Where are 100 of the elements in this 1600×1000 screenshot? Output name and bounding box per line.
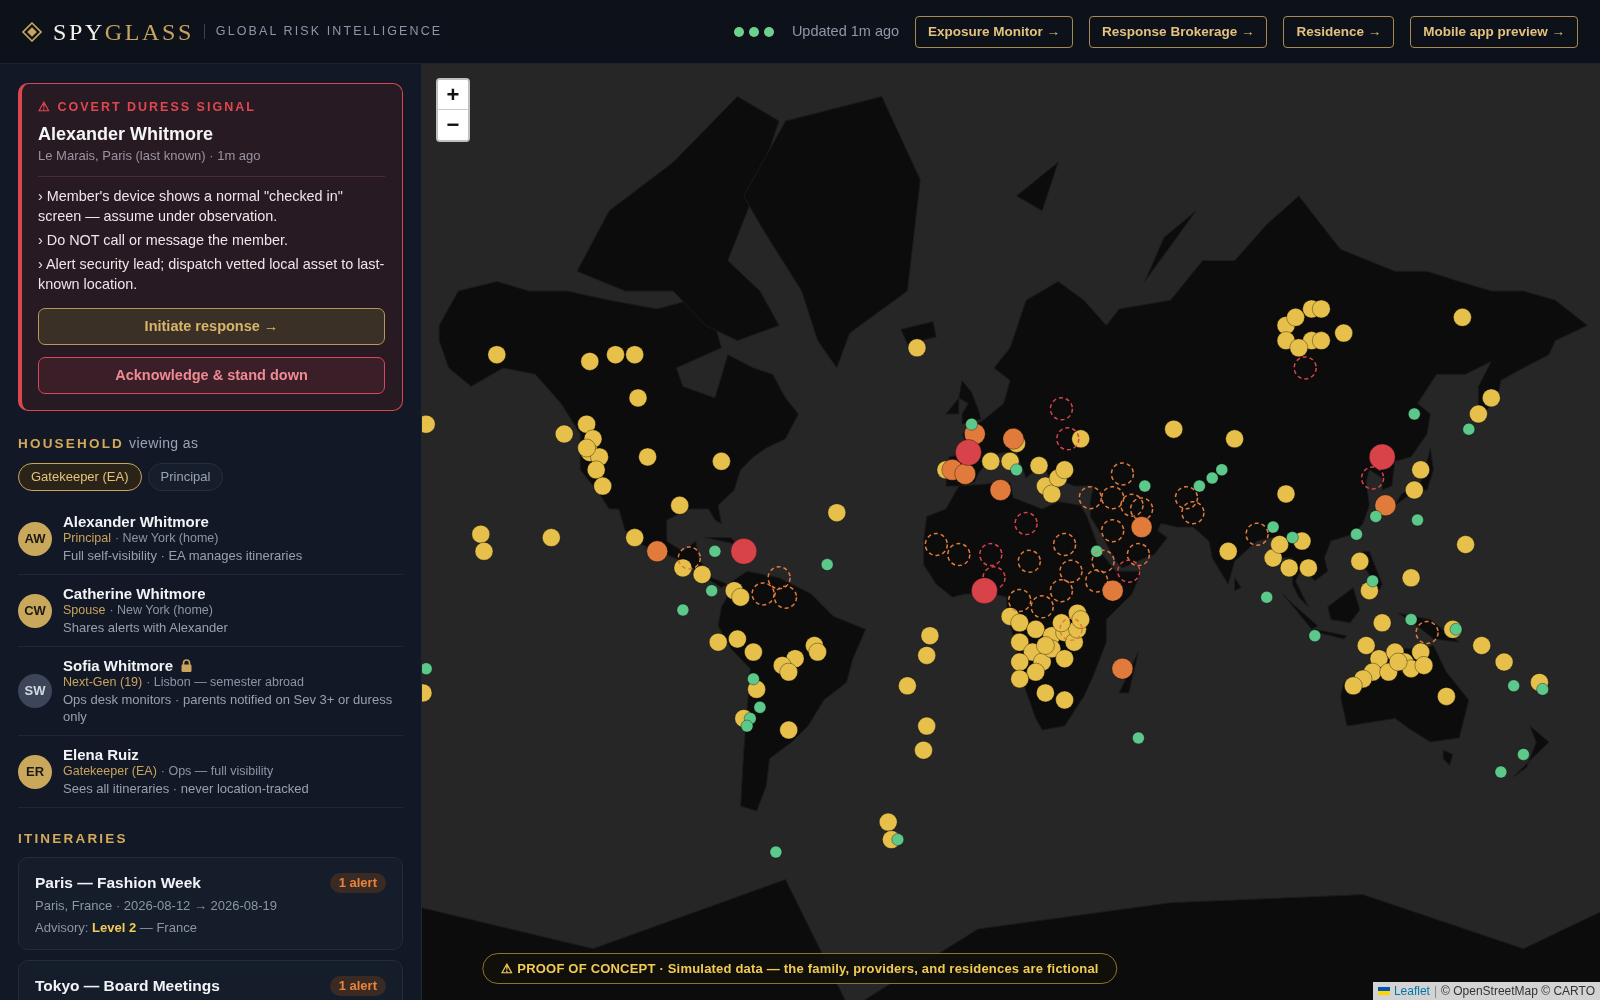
zoom-in-button[interactable]: + (438, 80, 468, 110)
map-marker[interactable] (1051, 613, 1071, 633)
dashed-circle-marker[interactable] (1049, 578, 1074, 603)
dashed-circle-marker[interactable] (773, 585, 798, 609)
dashed-circle-marker[interactable] (1078, 485, 1103, 510)
dashed-circle-marker[interactable] (1091, 549, 1115, 574)
map-marker[interactable] (954, 439, 982, 466)
map-marker[interactable] (1111, 657, 1134, 680)
map-marker[interactable] (1289, 338, 1309, 358)
map-marker[interactable] (1131, 731, 1145, 745)
map-marker[interactable] (743, 642, 763, 662)
map-marker[interactable] (487, 345, 507, 365)
map-marker[interactable] (1368, 443, 1396, 471)
map-marker[interactable] (1456, 535, 1476, 554)
map-marker[interactable] (1404, 613, 1418, 627)
nav-button[interactable]: Response Brokerage → (1089, 15, 1268, 48)
map-marker[interactable] (1026, 619, 1046, 639)
map-marker[interactable] (1218, 541, 1238, 561)
map-marker[interactable] (914, 740, 933, 760)
map-marker[interactable] (1462, 422, 1476, 436)
dashed-circle-marker[interactable] (1059, 559, 1083, 583)
map-marker[interactable] (422, 662, 433, 676)
dashed-circle-marker[interactable] (677, 546, 702, 570)
map-marker[interactable] (1130, 516, 1153, 539)
map-marker[interactable] (731, 587, 751, 607)
map-marker[interactable] (577, 414, 597, 434)
map-marker[interactable] (1350, 527, 1363, 541)
map-marker[interactable] (673, 558, 693, 578)
map-marker[interactable] (1298, 558, 1318, 578)
map-marker[interactable] (970, 577, 998, 605)
itinerary-card[interactable]: Tokyo — Board Meetings 1 alert (18, 960, 403, 1000)
map-marker[interactable] (1026, 662, 1046, 682)
map-marker[interactable] (1494, 652, 1514, 672)
map-marker[interactable] (1388, 652, 1408, 672)
map-marker[interactable] (1071, 610, 1091, 630)
dashed-circle-marker[interactable] (751, 582, 775, 606)
initiate-response-button[interactable]: Initiate response → (38, 308, 385, 345)
dashed-circle-marker[interactable] (767, 566, 791, 590)
map-marker[interactable] (1002, 427, 1025, 450)
dashed-circle-marker[interactable] (1293, 356, 1317, 380)
map-marker[interactable] (422, 414, 436, 434)
dashed-circle-marker[interactable] (979, 542, 1003, 567)
map-marker[interactable] (1369, 509, 1383, 523)
map-marker[interactable] (1372, 613, 1392, 633)
map-marker[interactable] (1411, 513, 1424, 527)
map-marker[interactable] (1101, 579, 1124, 602)
map-marker[interactable] (541, 528, 561, 548)
map-marker[interactable] (1055, 690, 1075, 710)
map-marker[interactable] (1494, 765, 1508, 779)
map-marker[interactable] (1401, 568, 1421, 588)
dashed-circle-marker[interactable] (1030, 595, 1054, 619)
dashed-circle-marker[interactable] (1084, 569, 1109, 593)
map-marker[interactable] (917, 716, 937, 736)
map-marker[interactable] (1436, 686, 1456, 706)
dashed-circle-marker[interactable] (1100, 485, 1125, 510)
map-marker[interactable] (727, 629, 747, 649)
map-marker[interactable] (1270, 535, 1290, 554)
dashed-circle-marker[interactable] (947, 542, 971, 567)
nav-button[interactable]: Residence → (1283, 15, 1395, 48)
map-marker[interactable] (692, 565, 712, 584)
map-marker[interactable] (1010, 669, 1030, 689)
map-marker[interactable] (1374, 494, 1397, 517)
map-marker[interactable] (628, 388, 648, 408)
map-marker[interactable] (769, 845, 783, 859)
map-marker[interactable] (646, 540, 669, 563)
dashed-circle-marker[interactable] (1110, 462, 1135, 486)
map-marker[interactable] (474, 541, 494, 561)
dashed-circle-marker[interactable] (1120, 493, 1144, 518)
map-marker[interactable] (897, 676, 917, 696)
map-marker[interactable] (1276, 484, 1296, 504)
dashed-circle-marker[interactable] (982, 566, 1006, 590)
map-marker[interactable] (1452, 307, 1472, 327)
map-marker[interactable] (1468, 404, 1488, 424)
map-marker[interactable] (1055, 649, 1075, 669)
map-marker[interactable] (907, 338, 927, 358)
map-marker[interactable] (1472, 636, 1492, 655)
map-marker[interactable] (1042, 484, 1062, 504)
dashed-circle-marker[interactable] (1360, 466, 1385, 490)
map-marker[interactable] (708, 632, 728, 652)
dashed-circle-marker[interactable] (1100, 518, 1125, 543)
map-marker[interactable] (593, 476, 613, 496)
map-marker[interactable] (820, 558, 834, 572)
dashed-circle-marker[interactable] (924, 532, 949, 557)
map-marker[interactable] (471, 524, 491, 544)
map-marker[interactable] (1035, 636, 1055, 655)
dashed-circle-marker[interactable] (1014, 511, 1038, 536)
map-marker[interactable] (1411, 460, 1431, 480)
map-marker[interactable] (1279, 558, 1299, 578)
dashed-circle-marker[interactable] (1245, 522, 1269, 546)
nav-button[interactable]: Mobile app preview → (1410, 15, 1578, 48)
map-marker[interactable] (989, 479, 1012, 501)
map-marker[interactable] (577, 438, 597, 458)
map-marker[interactable] (1010, 613, 1030, 633)
map-marker[interactable] (422, 683, 433, 703)
view-toggle[interactable]: Gatekeeper (EA) (18, 463, 142, 491)
dashed-circle-marker[interactable] (1415, 620, 1439, 645)
map-marker[interactable] (1010, 632, 1030, 652)
map-marker[interactable] (1225, 429, 1245, 449)
map-marker[interactable] (1481, 388, 1501, 408)
map-marker[interactable] (586, 460, 606, 480)
